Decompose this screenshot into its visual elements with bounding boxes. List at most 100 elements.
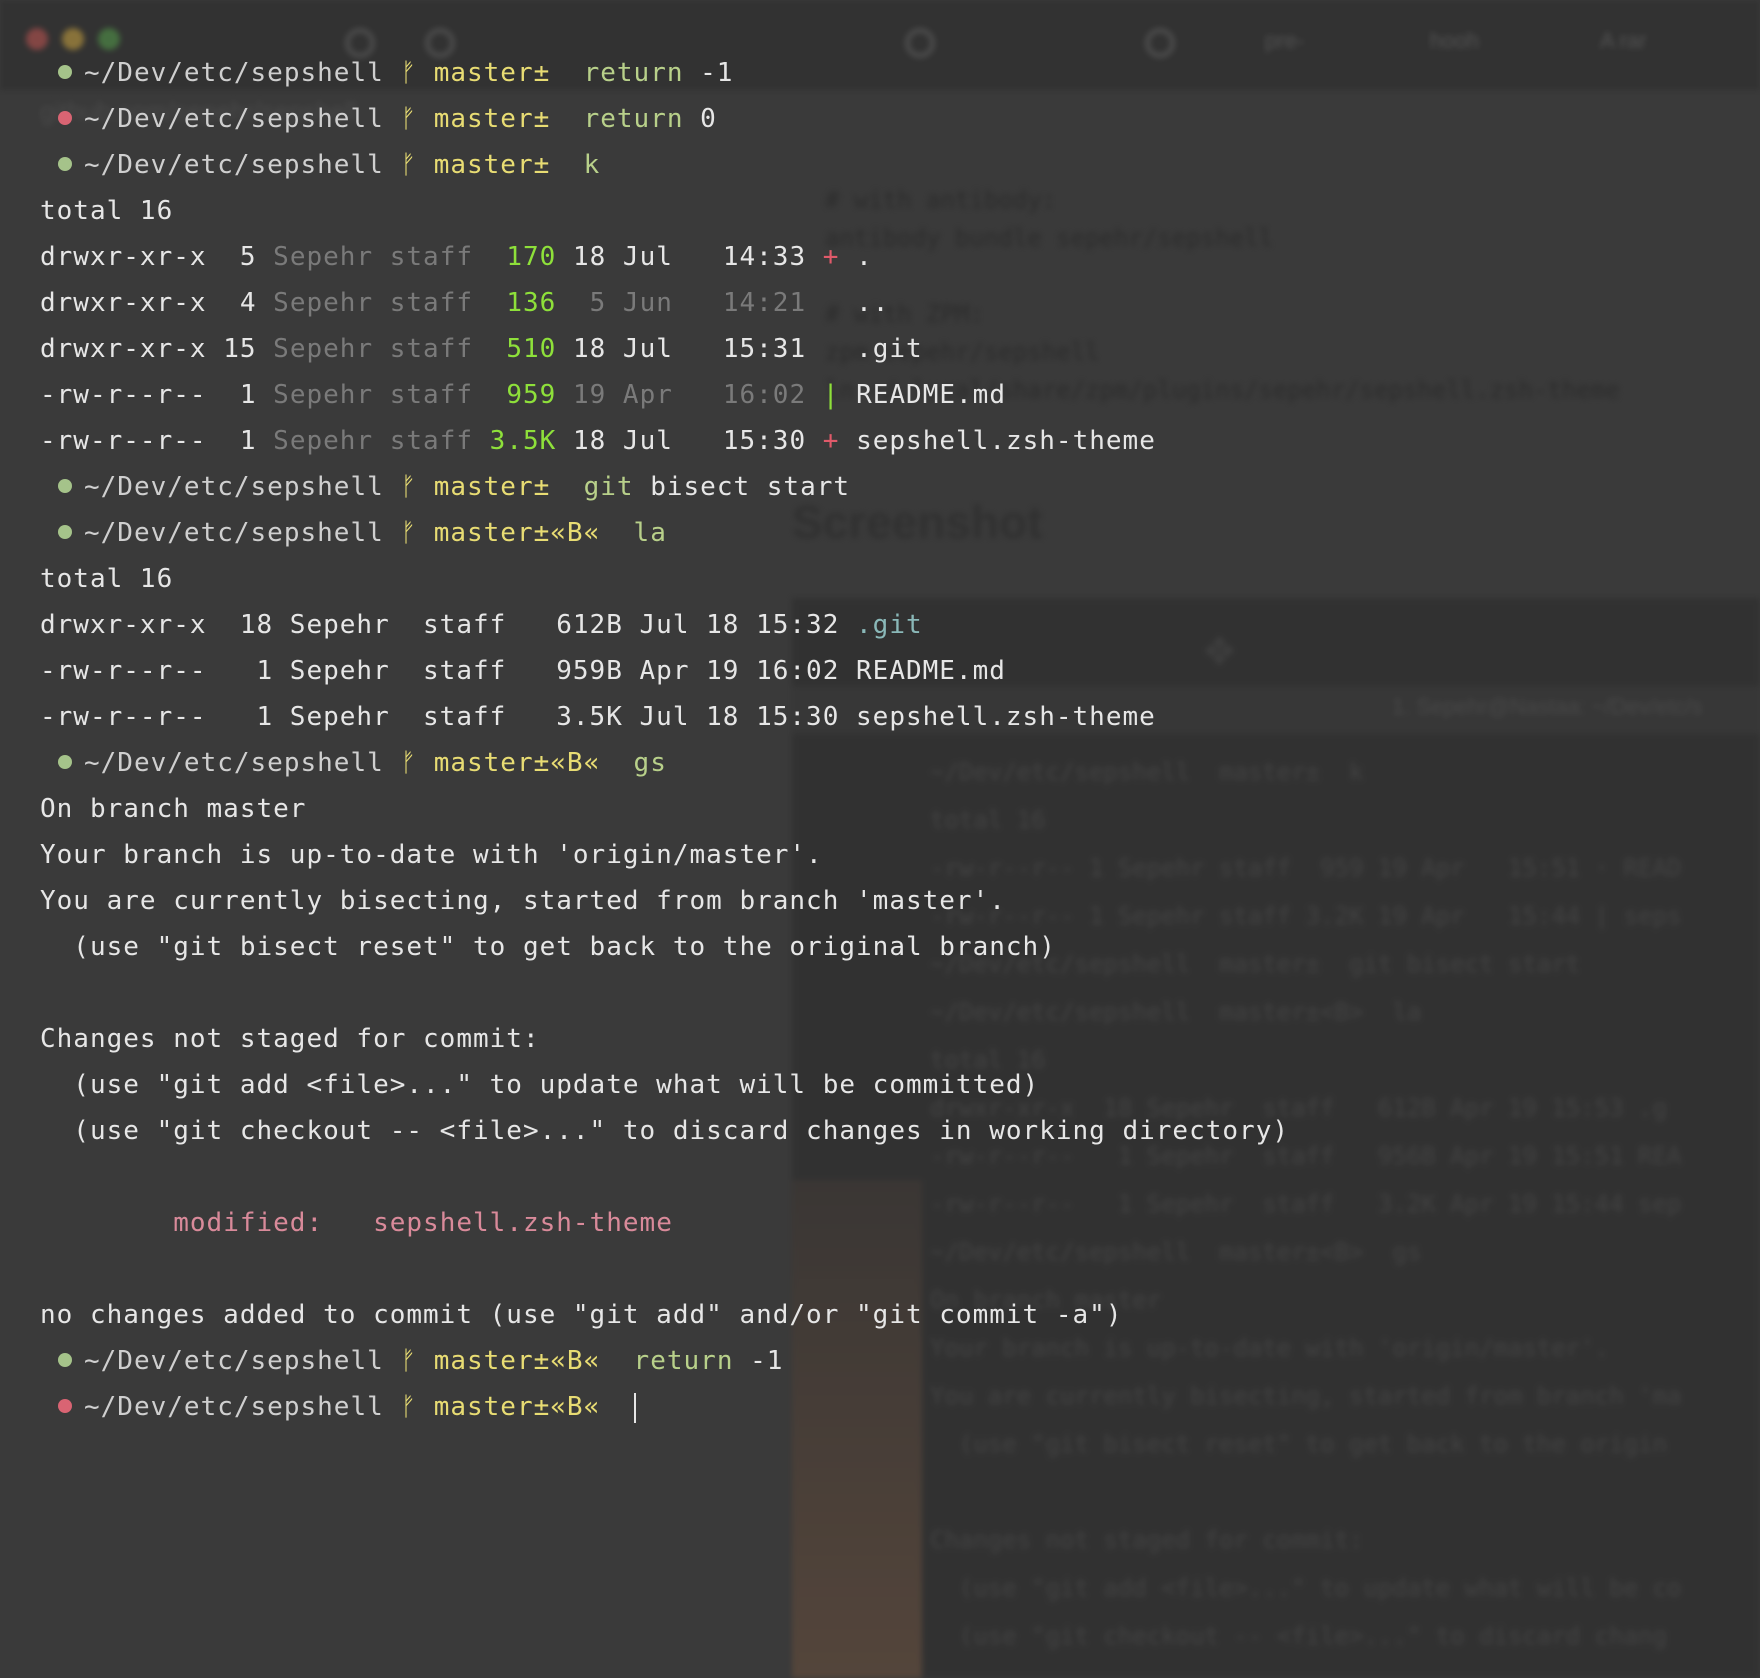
ls-links: 1 bbox=[223, 426, 257, 456]
git-branch-icon: ᚠ bbox=[400, 518, 418, 548]
ls-time: 15:31 bbox=[722, 334, 807, 364]
prompt-path: ~/Dev/etc/sepshell bbox=[84, 748, 384, 778]
status-ok-dot bbox=[58, 156, 72, 171]
status-error-dot bbox=[58, 1398, 72, 1413]
ls-date: 18 Jul bbox=[572, 426, 673, 456]
ls-date: 18 Jul bbox=[572, 334, 673, 364]
prompt-command: git bbox=[583, 472, 634, 502]
prompt-command: k bbox=[583, 150, 601, 180]
output-line: total 16 bbox=[40, 196, 174, 226]
prompt-argument: bisect start bbox=[650, 472, 851, 502]
prompt-command: gs bbox=[633, 748, 667, 778]
prompt-branch: master± bbox=[433, 104, 551, 134]
ls-permissions: drwxr-xr-x bbox=[40, 242, 207, 272]
output-line: (use "git add <file>..." to update what … bbox=[40, 1070, 1040, 1100]
terminal[interactable]: ~/Dev/etc/sepshell ᚠ master± return -1 ~/… bbox=[0, 0, 1760, 1678]
text-cursor[interactable] bbox=[633, 1392, 636, 1423]
prompt-branch: master±«B« bbox=[433, 1346, 601, 1376]
ls-owner: Sepehr staff bbox=[273, 380, 474, 410]
ls-size: 510 bbox=[489, 334, 557, 364]
git-branch-icon: ᚠ bbox=[400, 748, 418, 778]
prompt-line: ~/Dev/etc/sepshell ᚠ master± git bisect … bbox=[40, 464, 850, 510]
git-branch-icon: ᚠ bbox=[400, 58, 418, 88]
prompt-argument: -1 bbox=[700, 58, 734, 88]
prompt-argument: -1 bbox=[750, 1346, 784, 1376]
prompt-branch: master±«B« bbox=[433, 518, 601, 548]
ls-size: 170 bbox=[489, 242, 557, 272]
la-row: -rw-r--r-- 1 Sepehr staff 3.5K Jul 18 15… bbox=[40, 694, 1156, 740]
prompt-line: ~/Dev/etc/sepshell ᚠ master± k bbox=[40, 142, 600, 188]
ls-owner: Sepehr staff bbox=[273, 334, 474, 364]
modified-label: modified: bbox=[173, 1208, 324, 1238]
ls-filename: . bbox=[856, 242, 873, 272]
git-status-mark bbox=[823, 334, 840, 364]
output-line: You are currently bisecting, started fro… bbox=[40, 886, 1006, 916]
ls-time: 14:33 bbox=[722, 242, 807, 272]
ls-filename: .git bbox=[856, 334, 923, 364]
ls-filename: .. bbox=[856, 288, 890, 318]
prompt-path: ~/Dev/etc/sepshell bbox=[84, 518, 384, 548]
ls-time: 14:21 bbox=[722, 288, 807, 318]
prompt-branch: master±«B« bbox=[433, 1392, 601, 1422]
prompt-command: return bbox=[633, 1346, 734, 1376]
ls-permissions: -rw-r--r-- bbox=[40, 426, 207, 456]
ls-time: 16:02 bbox=[722, 380, 807, 410]
ls-size: 3.5K bbox=[489, 426, 557, 456]
prompt-line: ~/Dev/etc/sepshell ᚠ master±«B« return -… bbox=[40, 1338, 783, 1384]
prompt-command: return bbox=[583, 104, 684, 134]
ls-owner: Sepehr staff bbox=[273, 242, 474, 272]
ls-owner: Sepehr staff bbox=[273, 426, 474, 456]
ls-row: drwxr-xr-x 5 Sepehr staff 170 18 Jul 14:… bbox=[40, 234, 873, 280]
git-status-mark: + bbox=[822, 426, 840, 456]
la-row: drwxr-xr-x 18 Sepehr staff 612B Jul 18 1… bbox=[40, 602, 923, 648]
ls-size: 136 bbox=[489, 288, 557, 318]
ls-filename: README.md bbox=[856, 380, 1006, 410]
ls-date: 5 Jun bbox=[572, 288, 673, 318]
output-line: no changes added to commit (use "git add… bbox=[40, 1300, 1123, 1330]
git-status-mark bbox=[823, 288, 840, 318]
status-ok-dot bbox=[58, 524, 72, 539]
ls-date: 19 Apr bbox=[572, 380, 673, 410]
prompt-branch: master± bbox=[433, 472, 551, 502]
la-row: -rw-r--r-- 1 Sepehr staff 959B Apr 19 16… bbox=[40, 648, 1006, 694]
git-status-mark: | bbox=[822, 380, 840, 410]
prompt-command: la bbox=[633, 518, 667, 548]
ls-date: 18 Jul bbox=[572, 242, 673, 272]
ls-row: -rw-r--r-- 1 Sepehr staff 3.5K 18 Jul 15… bbox=[40, 418, 1156, 464]
prompt-path: ~/Dev/etc/sepshell bbox=[84, 150, 384, 180]
ls-links: 5 bbox=[223, 242, 257, 272]
prompt-line: ~/Dev/etc/sepshell ᚠ master±«B« la bbox=[40, 510, 667, 556]
prompt-path: ~/Dev/etc/sepshell bbox=[84, 1346, 384, 1376]
git-branch-icon: ᚠ bbox=[400, 472, 418, 502]
git-status-mark: + bbox=[822, 242, 840, 272]
prompt-path: ~/Dev/etc/sepshell bbox=[84, 472, 384, 502]
output-line: Your branch is up-to-date with 'origin/m… bbox=[40, 840, 823, 870]
ls-links: 4 bbox=[223, 288, 257, 318]
ls-time: 15:30 bbox=[722, 426, 807, 456]
ls-row: drwxr-xr-x 4 Sepehr staff 136 5 Jun 14:2… bbox=[40, 280, 889, 326]
git-branch-icon: ᚠ bbox=[400, 150, 418, 180]
la-details: drwxr-xr-x 18 Sepehr staff 612B Jul 18 1… bbox=[40, 610, 857, 640]
ls-owner: Sepehr staff bbox=[273, 288, 474, 318]
status-ok-dot bbox=[58, 64, 72, 79]
prompt-path: ~/Dev/etc/sepshell bbox=[84, 58, 384, 88]
output-line: total 16 bbox=[40, 564, 174, 594]
output-line: On branch master bbox=[40, 794, 307, 824]
status-ok-dot bbox=[58, 1352, 72, 1367]
prompt-branch: master±«B« bbox=[433, 748, 601, 778]
ls-permissions: drwxr-xr-x bbox=[40, 334, 207, 364]
ls-row: drwxr-xr-x 15 Sepehr staff 510 18 Jul 15… bbox=[40, 326, 923, 372]
git-branch-icon: ᚠ bbox=[400, 1346, 418, 1376]
la-filename: README.md bbox=[856, 656, 1006, 686]
output-line: (use "git bisect reset" to get back to t… bbox=[40, 932, 1056, 962]
prompt-path: ~/Dev/etc/sepshell bbox=[84, 1392, 384, 1422]
prompt-branch: master± bbox=[433, 150, 551, 180]
prompt-branch: master± bbox=[433, 58, 551, 88]
status-ok-dot bbox=[58, 754, 72, 769]
output-line: Changes not staged for commit: bbox=[40, 1024, 540, 1054]
ls-permissions: drwxr-xr-x bbox=[40, 288, 207, 318]
ls-links: 1 bbox=[223, 380, 257, 410]
prompt-argument: 0 bbox=[700, 104, 717, 134]
status-error-dot bbox=[58, 110, 72, 125]
prompt-command: return bbox=[583, 58, 684, 88]
